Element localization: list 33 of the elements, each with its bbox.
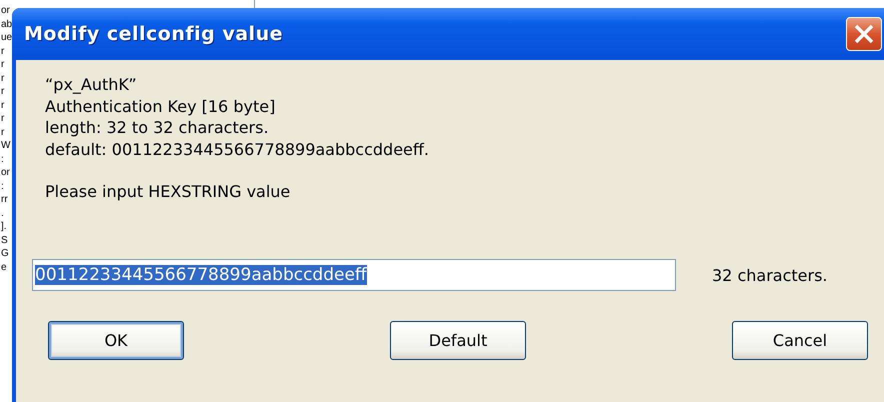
background-text: ab bbox=[1, 18, 12, 31]
background-text: . bbox=[1, 206, 4, 220]
window-title: Modify cellconfig value bbox=[24, 23, 283, 45]
dialog-button[interactable]: Default bbox=[390, 321, 526, 360]
description-text: default: 00112233445566778899aabbccddeeff. bbox=[45, 138, 430, 160]
background-text: r bbox=[1, 126, 4, 139]
dialog-button[interactable]: OK bbox=[48, 321, 184, 360]
background-text: r bbox=[1, 72, 4, 85]
description-text: length: 32 to 32 characters. bbox=[45, 117, 270, 138]
background-text: : bbox=[1, 152, 4, 166]
background-text: W bbox=[1, 139, 10, 152]
background-text: S bbox=[1, 234, 8, 247]
background-text: r bbox=[1, 112, 4, 126]
background-text: rr bbox=[1, 193, 8, 206]
dialog-button[interactable]: Cancel bbox=[732, 321, 868, 360]
background-text: G bbox=[1, 247, 9, 260]
description-text: “px_AuthK” bbox=[45, 74, 138, 96]
background-text: ]. bbox=[1, 220, 7, 234]
background-text: r bbox=[1, 58, 4, 72]
background-text: r bbox=[1, 44, 4, 58]
prompt-text: Please input HEXSTRING value bbox=[45, 182, 292, 201]
background-text: r bbox=[1, 85, 4, 98]
background-text: : bbox=[1, 180, 4, 193]
description-text: Authentication Key [16 byte] bbox=[45, 96, 276, 117]
close-icon bbox=[853, 23, 875, 45]
character-count: 32 characters. bbox=[712, 266, 828, 284]
background-text: or bbox=[1, 4, 10, 18]
background-text: or bbox=[1, 166, 10, 180]
input-field[interactable]: 00112233445566778899aabbccddeeff bbox=[32, 259, 676, 291]
close-button[interactable] bbox=[846, 17, 882, 51]
background-text: r bbox=[1, 98, 4, 112]
background-text: ue bbox=[1, 31, 12, 44]
background-text: e bbox=[1, 260, 7, 274]
